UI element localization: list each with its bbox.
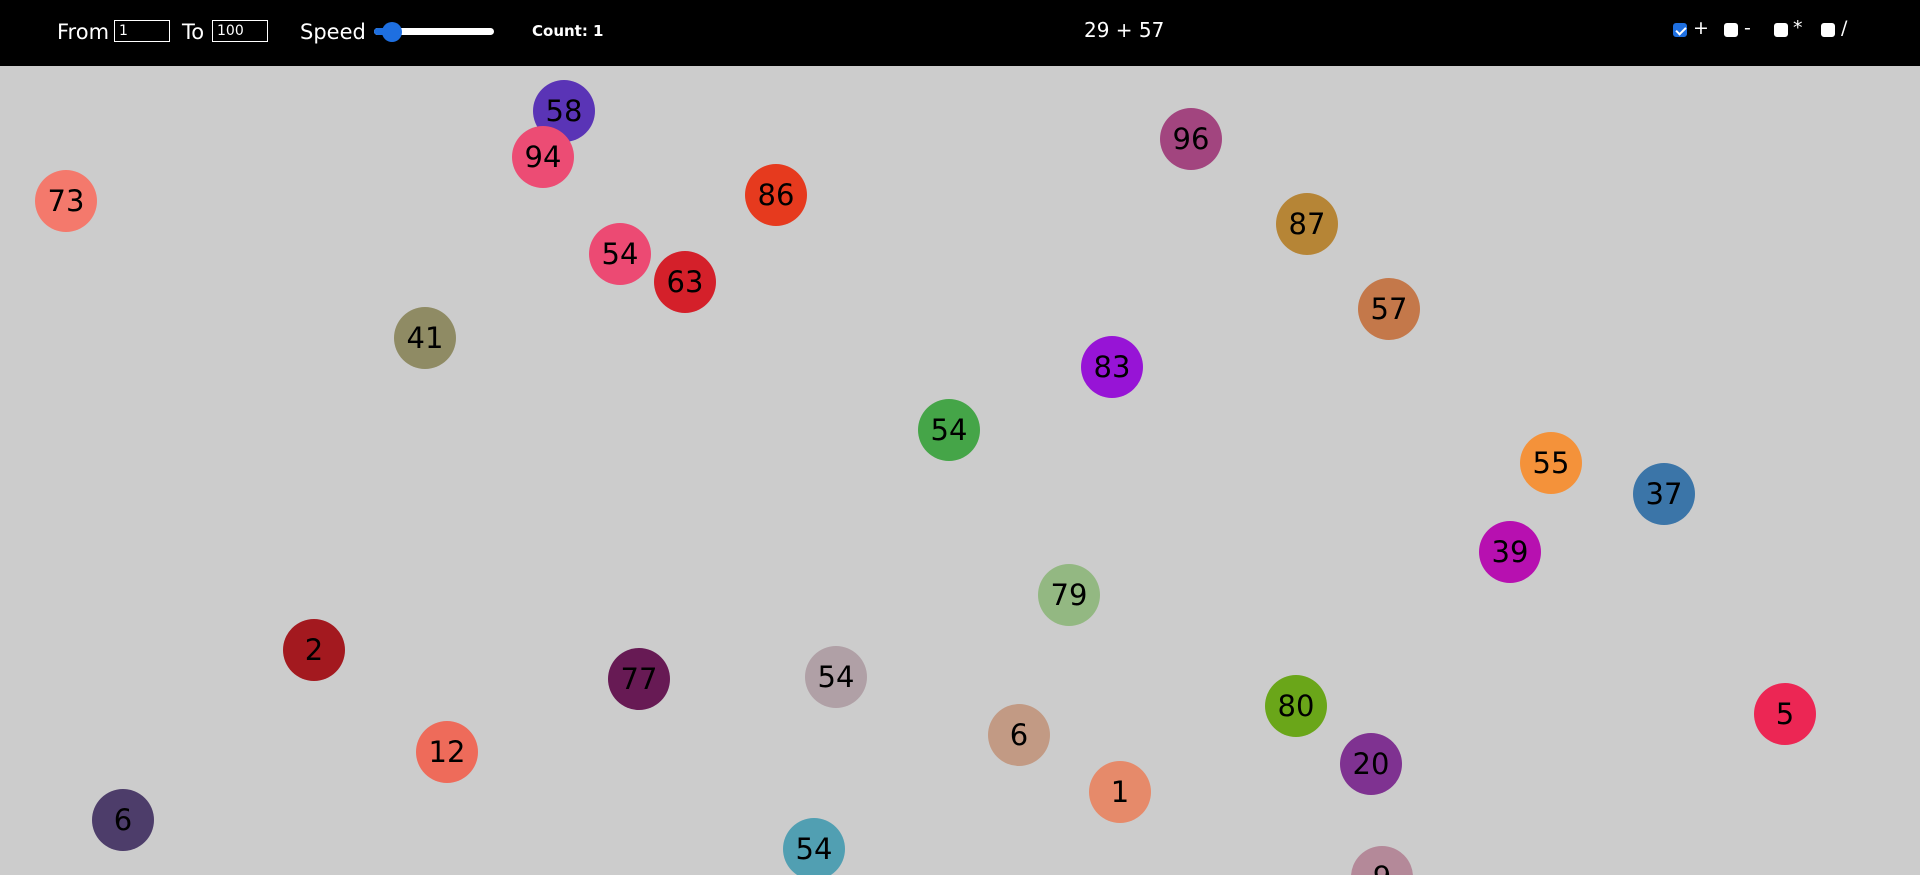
ball-number: 57 xyxy=(1370,292,1408,326)
number-ball[interactable]: 41 xyxy=(394,307,456,369)
ball-number: 39 xyxy=(1491,535,1529,569)
ball-number: 87 xyxy=(1288,207,1326,241)
count-display: Count: 1 xyxy=(532,22,604,40)
ball-number: 2 xyxy=(304,633,324,667)
speed-label: Speed xyxy=(300,20,366,44)
to-label: To xyxy=(182,20,205,44)
ball-number: 6 xyxy=(113,803,133,837)
ball-number: 86 xyxy=(757,178,795,212)
ball-number: 41 xyxy=(406,321,444,355)
ball-number: 12 xyxy=(428,735,466,769)
ball-number: 54 xyxy=(795,832,833,866)
multiply-operator-checkbox[interactable] xyxy=(1774,23,1788,37)
number-ball[interactable]: 96 xyxy=(1160,108,1222,170)
ball-number: 1 xyxy=(1110,775,1130,809)
number-ball[interactable]: 9 xyxy=(1351,846,1413,875)
ball-number: 54 xyxy=(601,237,639,271)
from-label: From xyxy=(57,20,110,44)
number-ball[interactable]: 80 xyxy=(1265,675,1327,737)
ball-number: 5 xyxy=(1775,697,1795,731)
minus-operator-checkbox[interactable] xyxy=(1724,23,1738,37)
ball-number: 9 xyxy=(1373,860,1391,875)
ball-number: 96 xyxy=(1172,122,1210,156)
plus-operator-label: + xyxy=(1693,17,1709,39)
divide-operator-label: / xyxy=(1841,17,1848,39)
ball-number: 58 xyxy=(545,94,583,128)
ball-number: 80 xyxy=(1277,689,1315,723)
divide-operator-checkbox[interactable] xyxy=(1821,23,1835,37)
number-ball[interactable]: 6 xyxy=(92,789,154,851)
speed-slider-thumb[interactable] xyxy=(382,22,402,42)
multiply-operator-label: * xyxy=(1793,17,1803,39)
number-ball[interactable]: 12 xyxy=(416,721,478,783)
number-ball[interactable]: 57 xyxy=(1358,278,1420,340)
speed-slider[interactable] xyxy=(374,21,494,42)
ball-number: 20 xyxy=(1352,747,1390,781)
minus-operator-label: - xyxy=(1744,17,1751,39)
number-ball[interactable]: 63 xyxy=(654,251,716,313)
number-ball[interactable]: 1 xyxy=(1089,761,1151,823)
number-ball[interactable]: 54 xyxy=(805,646,867,708)
ball-number: 6 xyxy=(1009,718,1029,752)
number-ball[interactable]: 83 xyxy=(1081,336,1143,398)
number-ball[interactable]: 55 xyxy=(1520,432,1582,494)
game-area: 58 94 86 96 73 54 63 87 57 41 83 54 55 3… xyxy=(0,66,1920,875)
ball-number: 77 xyxy=(620,662,658,696)
number-ball[interactable]: 54 xyxy=(918,399,980,461)
from-input[interactable] xyxy=(114,20,170,42)
ball-number: 55 xyxy=(1532,446,1570,480)
number-ball[interactable]: 77 xyxy=(608,648,670,710)
number-ball[interactable]: 86 xyxy=(745,164,807,226)
ball-number: 73 xyxy=(47,184,85,218)
number-ball[interactable]: 6 xyxy=(988,704,1050,766)
number-ball[interactable]: 20 xyxy=(1340,733,1402,795)
problem-display: 29 + 57 xyxy=(1084,18,1165,42)
number-ball[interactable]: 94 xyxy=(512,126,574,188)
number-ball[interactable]: 79 xyxy=(1038,564,1100,626)
plus-operator-checkbox[interactable] xyxy=(1673,23,1687,37)
number-ball[interactable]: 5 xyxy=(1754,683,1816,745)
number-ball[interactable]: 54 xyxy=(589,223,651,285)
number-ball[interactable]: 87 xyxy=(1276,193,1338,255)
number-ball[interactable]: 37 xyxy=(1633,463,1695,525)
ball-number: 37 xyxy=(1645,477,1683,511)
number-ball[interactable]: 54 xyxy=(783,818,845,875)
ball-number: 54 xyxy=(930,413,968,447)
ball-number: 83 xyxy=(1093,350,1131,384)
number-ball[interactable]: 2 xyxy=(283,619,345,681)
number-ball[interactable]: 73 xyxy=(35,170,97,232)
ball-number: 79 xyxy=(1050,578,1088,612)
number-ball[interactable]: 39 xyxy=(1479,521,1541,583)
to-input[interactable] xyxy=(212,20,268,42)
ball-number: 94 xyxy=(524,140,562,174)
top-toolbar: From To Speed Count: 1 29 + 57 + - * / xyxy=(0,0,1920,66)
ball-number: 63 xyxy=(666,265,704,299)
ball-number: 54 xyxy=(817,660,855,694)
